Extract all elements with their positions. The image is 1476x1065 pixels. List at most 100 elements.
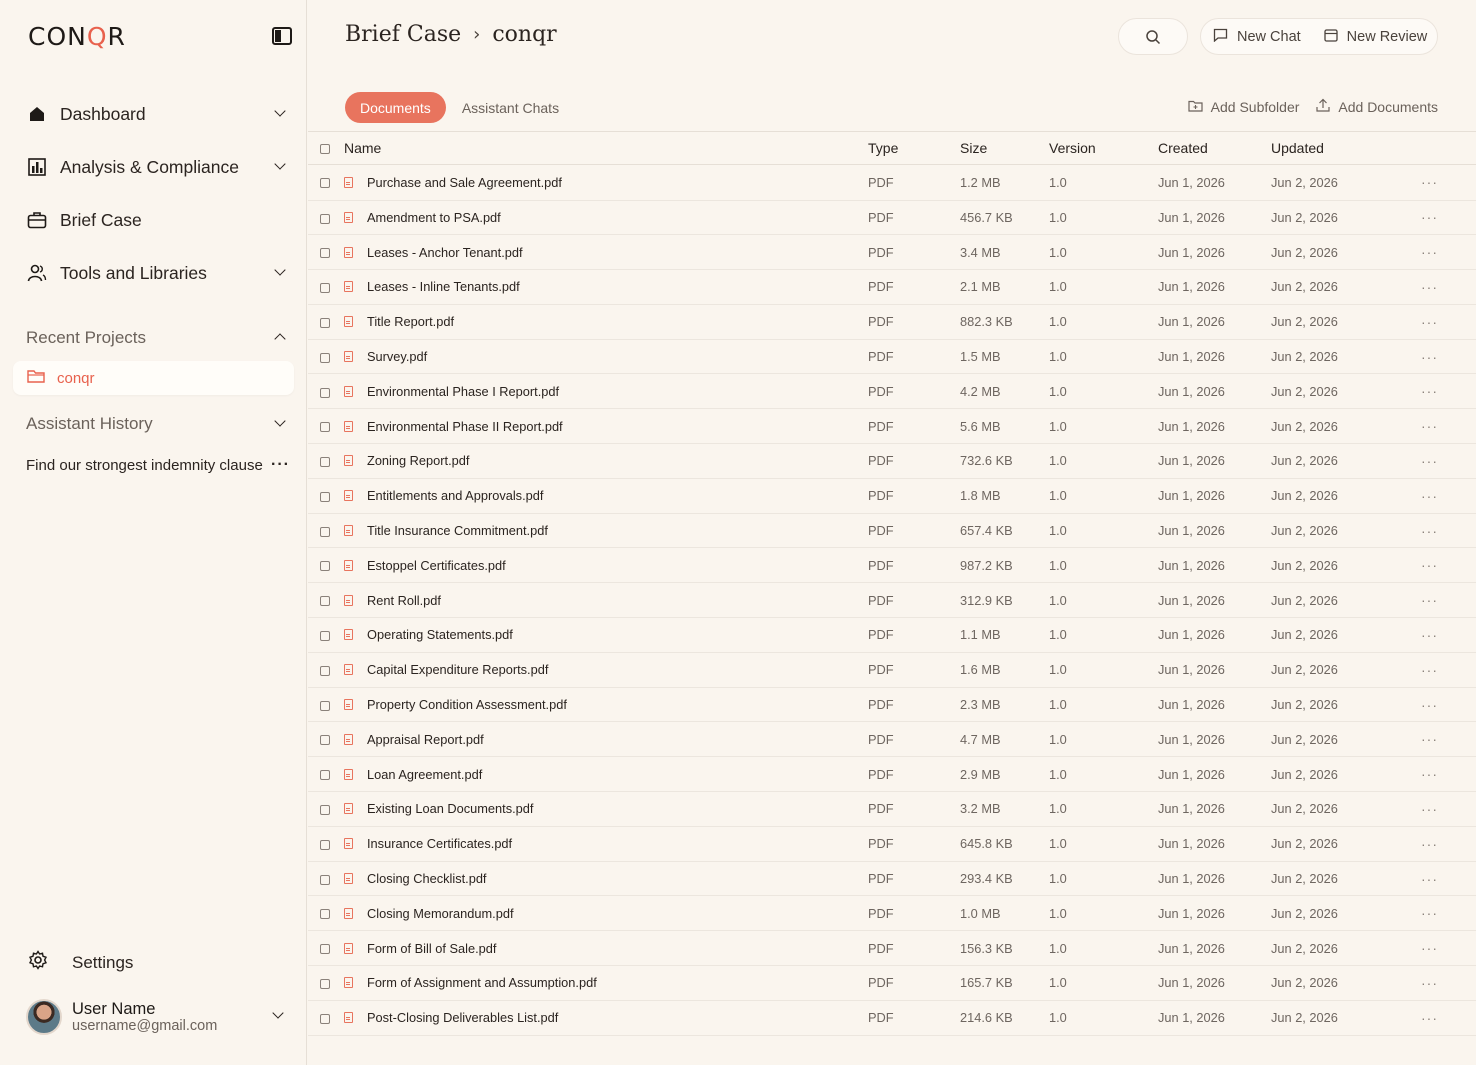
- row-checkbox[interactable]: [320, 839, 330, 850]
- table-row[interactable]: Leases - Anchor Tenant.pdf PDF 3.4 MB 1.0 Ju…: [308, 234, 1476, 271]
- file-name-cell[interactable]: Zoning Report.pdf: [344, 453, 868, 468]
- row-more-icon[interactable]: ···: [1421, 269, 1476, 305]
- row-more-icon[interactable]: ···: [1421, 373, 1476, 410]
- row-more-icon[interactable]: ···: [1421, 1000, 1476, 1036]
- chevron-down-icon[interactable]: [274, 158, 286, 170]
- table-row[interactable]: Post-Closing Deliverables List.pdf PDF 214…: [308, 1000, 1476, 1036]
- row-checkbox[interactable]: [320, 422, 330, 433]
- table-row[interactable]: Existing Loan Documents.pdf PDF 3.2 MB 1.0 J…: [308, 791, 1476, 827]
- file-name-cell[interactable]: Environmental Phase I Report.pdf: [344, 384, 868, 399]
- app-logo[interactable]: CONQR: [28, 22, 126, 51]
- table-row[interactable]: Environmental Phase I Report.pdf PDF 4.2 M…: [308, 373, 1476, 410]
- table-row[interactable]: Closing Checklist.pdf PDF 293.4 KB 1.0 Jun 1…: [308, 861, 1476, 897]
- sidebar-item-analysis[interactable]: Analysis & Compliance: [26, 151, 292, 183]
- file-name-cell[interactable]: Loan Agreement.pdf: [344, 767, 868, 782]
- row-more-icon[interactable]: ···: [1421, 930, 1476, 967]
- row-more-icon[interactable]: ···: [1421, 652, 1476, 688]
- row-more-icon[interactable]: ···: [1421, 339, 1476, 375]
- file-name-cell[interactable]: Rent Roll.pdf: [344, 593, 868, 608]
- table-row[interactable]: Leases - Inline Tenants.pdf PDF 2.1 MB 1.0 J…: [308, 269, 1476, 305]
- file-name-cell[interactable]: Form of Bill of Sale.pdf: [344, 941, 868, 956]
- tab-assistant-chats[interactable]: Assistant Chats: [462, 100, 559, 116]
- table-row[interactable]: Operating Statements.pdf PDF 1.1 MB 1.0 Jun …: [308, 617, 1476, 653]
- table-row[interactable]: Environmental Phase II Report.pdf PDF 5.6 …: [308, 408, 1476, 445]
- chevron-down-icon[interactable]: [274, 415, 286, 427]
- row-checkbox[interactable]: [320, 1013, 330, 1024]
- add-documents-button[interactable]: Add Documents: [1316, 98, 1438, 115]
- row-checkbox[interactable]: [320, 735, 330, 746]
- row-more-icon[interactable]: ···: [1421, 478, 1476, 514]
- chevron-down-icon[interactable]: [274, 105, 286, 117]
- file-name-cell[interactable]: Existing Loan Documents.pdf: [344, 801, 868, 816]
- table-row[interactable]: Rent Roll.pdf PDF 312.9 KB 1.0 Jun 1, 2026 Ju…: [308, 582, 1476, 619]
- column-header-updated[interactable]: Updated: [1271, 131, 1421, 165]
- more-options-icon[interactable]: ···: [271, 456, 290, 474]
- column-header-name[interactable]: Name: [344, 131, 868, 165]
- row-checkbox[interactable]: [320, 526, 330, 537]
- row-more-icon[interactable]: ···: [1421, 304, 1476, 340]
- row-checkbox[interactable]: [320, 770, 330, 781]
- new-chat-button[interactable]: New Chat: [1213, 28, 1301, 46]
- row-checkbox[interactable]: [320, 317, 330, 328]
- column-header-version[interactable]: Version: [1049, 131, 1158, 165]
- row-more-icon[interactable]: ···: [1421, 547, 1476, 584]
- row-more-icon[interactable]: ···: [1421, 965, 1476, 1001]
- row-checkbox[interactable]: [320, 387, 330, 398]
- file-name-cell[interactable]: Title Insurance Commitment.pdf: [344, 523, 868, 538]
- file-name-cell[interactable]: Insurance Certificates.pdf: [344, 836, 868, 851]
- new-review-button[interactable]: New Review: [1324, 28, 1427, 46]
- table-row[interactable]: Estoppel Certificates.pdf PDF 987.2 KB 1.0 J…: [308, 547, 1476, 584]
- row-more-icon[interactable]: ···: [1421, 408, 1476, 445]
- select-all-checkbox[interactable]: [320, 144, 330, 155]
- file-name-cell[interactable]: Property Condition Assessment.pdf: [344, 697, 868, 712]
- assistant-history-header[interactable]: Assistant History: [26, 408, 292, 440]
- row-checkbox[interactable]: [320, 631, 330, 642]
- tab-documents[interactable]: Documents: [345, 92, 446, 123]
- row-more-icon[interactable]: ···: [1421, 861, 1476, 897]
- table-row[interactable]: Amendment to PSA.pdf PDF 456.7 KB 1.0 Jun 1,…: [308, 200, 1476, 236]
- row-checkbox[interactable]: [320, 283, 330, 294]
- row-more-icon[interactable]: ···: [1421, 164, 1476, 201]
- file-name-cell[interactable]: Leases - Inline Tenants.pdf: [344, 279, 868, 294]
- sidebar-item-tools[interactable]: Tools and Libraries: [26, 257, 292, 289]
- table-row[interactable]: Insurance Certificates.pdf PDF 645.8 KB 1.0…: [308, 826, 1476, 862]
- row-more-icon[interactable]: ···: [1421, 443, 1476, 479]
- file-name-cell[interactable]: Estoppel Certificates.pdf: [344, 558, 868, 573]
- row-checkbox[interactable]: [320, 665, 330, 676]
- sidebar-item-brief-case[interactable]: Brief Case: [26, 204, 292, 236]
- chevron-down-icon[interactable]: [272, 1007, 284, 1019]
- table-row[interactable]: Closing Memorandum.pdf PDF 1.0 MB 1.0 Jun 1,…: [308, 895, 1476, 932]
- table-row[interactable]: Loan Agreement.pdf PDF 2.9 MB 1.0 Jun 1, 202…: [308, 756, 1476, 793]
- table-row[interactable]: Appraisal Report.pdf PDF 4.7 MB 1.0 Jun 1, 2…: [308, 721, 1476, 758]
- row-checkbox[interactable]: [320, 352, 330, 363]
- chevron-up-icon[interactable]: [274, 333, 286, 345]
- file-name-cell[interactable]: Post-Closing Deliverables List.pdf: [344, 1010, 868, 1025]
- file-name-cell[interactable]: Leases - Anchor Tenant.pdf: [344, 245, 868, 260]
- table-row[interactable]: Purchase and Sale Agreement.pdf PDF 1.2 MB…: [308, 164, 1476, 201]
- table-row[interactable]: Form of Assignment and Assumption.pdf PDF…: [308, 965, 1476, 1001]
- file-name-cell[interactable]: Amendment to PSA.pdf: [344, 210, 868, 225]
- row-more-icon[interactable]: ···: [1421, 234, 1476, 271]
- table-row[interactable]: Survey.pdf PDF 1.5 MB 1.0 Jun 1, 2026 Jun 2, …: [308, 339, 1476, 375]
- file-name-cell[interactable]: Title Report.pdf: [344, 314, 868, 329]
- sidebar-toggle-icon[interactable]: [272, 27, 292, 45]
- file-name-cell[interactable]: Capital Expenditure Reports.pdf: [344, 662, 868, 677]
- table-row[interactable]: Capital Expenditure Reports.pdf PDF 1.6 MB…: [308, 652, 1476, 688]
- row-checkbox[interactable]: [320, 700, 330, 711]
- row-more-icon[interactable]: ···: [1421, 826, 1476, 862]
- table-row[interactable]: Entitlements and Approvals.pdf PDF 1.8 MB 1…: [308, 478, 1476, 514]
- column-header-size[interactable]: Size: [960, 131, 1049, 165]
- row-more-icon[interactable]: ···: [1421, 721, 1476, 758]
- row-checkbox[interactable]: [320, 561, 330, 572]
- row-checkbox[interactable]: [320, 491, 330, 502]
- column-header-created[interactable]: Created: [1158, 131, 1271, 165]
- row-checkbox[interactable]: [320, 596, 330, 607]
- row-checkbox[interactable]: [320, 979, 330, 990]
- table-row[interactable]: Zoning Report.pdf PDF 732.6 KB 1.0 Jun 1, 20…: [308, 443, 1476, 479]
- sidebar-item-dashboard[interactable]: Dashboard: [26, 98, 292, 130]
- recent-projects-header[interactable]: Recent Projects: [26, 322, 292, 354]
- row-checkbox[interactable]: [320, 457, 330, 468]
- row-checkbox[interactable]: [320, 213, 330, 224]
- file-name-cell[interactable]: Appraisal Report.pdf: [344, 732, 868, 747]
- row-more-icon[interactable]: ···: [1421, 582, 1476, 619]
